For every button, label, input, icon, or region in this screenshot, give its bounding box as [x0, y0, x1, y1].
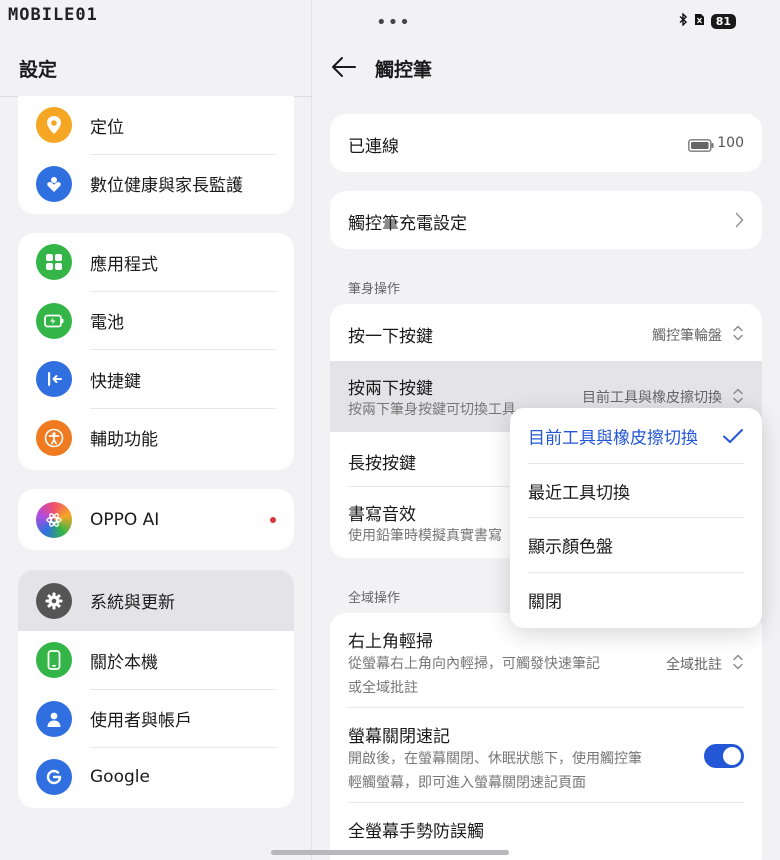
screen-off-memo-description-2: 輕觸螢幕，即可進入螢幕關閉速記頁面 — [348, 775, 586, 791]
option-color-palette[interactable]: 顯示顏色盤 — [510, 518, 762, 573]
settings-group-privacy: 定位 數位健康與家長監護 — [18, 96, 294, 214]
long-press-label: 長按按鍵 — [348, 454, 416, 474]
sidebar-item-label: 使用者與帳戶 — [90, 711, 192, 732]
connected-label: 已連線 — [348, 137, 399, 157]
sidebar-item-label: 數位健康與家長監護 — [90, 176, 243, 197]
swipe-corner-value: 全域批註 — [666, 657, 722, 673]
section-pen-operations: 筆身操作 — [348, 282, 401, 297]
screen-off-memo-toggle[interactable] — [704, 744, 744, 768]
watermark-logo: MOBILE01 — [8, 5, 98, 25]
gear-icon — [36, 582, 72, 619]
sidebar-item-label: 電池 — [90, 313, 124, 334]
sidebar-item-label: 輔助功能 — [90, 430, 158, 451]
section-global-operations: 全域操作 — [348, 591, 401, 606]
single-press-row[interactable]: 按一下按鍵 觸控筆輪盤 — [330, 304, 762, 361]
user-icon — [36, 700, 72, 737]
sidebar-item-users-accounts[interactable]: 使用者與帳戶 — [18, 690, 294, 748]
sidebar-item-label: 系統與更新 — [90, 593, 175, 613]
sidebar-item-label: 快捷鍵 — [90, 371, 141, 392]
sidebar-item-accessibility[interactable]: 輔助功能 — [18, 409, 294, 468]
connection-status-card: 已連線 100 — [330, 114, 762, 172]
back-arrow-icon[interactable] — [330, 54, 358, 80]
sidebar-item-apps[interactable]: 應用程式 — [18, 233, 294, 292]
swipe-corner-description-2: 或全域批註 — [348, 680, 418, 696]
sidebar-item-google[interactable]: Google — [18, 748, 294, 807]
screen-off-memo-label: 螢幕關閉速記 — [348, 727, 450, 747]
chevron-up-down-icon — [732, 324, 744, 342]
sidebar-item-label: OPPO AI — [90, 509, 160, 530]
sidebar-item-location[interactable]: 定位 — [18, 96, 294, 155]
sidebar-item-label: Google — [90, 767, 150, 788]
accessibility-icon — [36, 419, 72, 456]
sidebar-item-battery[interactable]: 電池 — [18, 292, 294, 350]
option-current-tool-eraser[interactable]: 目前工具與橡皮擦切換 — [510, 409, 762, 464]
global-operations-card: 右上角輕掃 從螢幕右上角向內輕掃，可觸發快速筆記 或全域批註 全域批註 螢幕關閉… — [330, 613, 762, 860]
swipe-corner-label: 右上角輕掃 — [348, 632, 433, 652]
sidebar-item-label: 應用程式 — [90, 254, 158, 275]
sidebar-item-about-phone[interactable]: 關於本機 — [18, 631, 294, 690]
battery-level-badge: 81 — [710, 13, 736, 29]
checkmark-icon — [722, 428, 744, 444]
double-press-description: 按兩下筆身按鍵可切換工具 — [348, 402, 516, 418]
settings-group-device: 應用程式 電池 快捷鍵 輔助功能 — [18, 233, 294, 470]
swipe-corner-description: 從螢幕右上角向內輕掃，可觸發快速筆記 — [348, 656, 600, 672]
writing-sound-label: 書寫音效 — [348, 505, 416, 525]
chevron-up-down-icon — [732, 387, 744, 405]
double-press-value: 目前工具與橡皮擦切換 — [582, 390, 722, 406]
sidebar-title: 設定 — [19, 59, 58, 81]
chevron-up-down-icon — [732, 653, 744, 671]
oppo-ai-icon — [36, 501, 72, 538]
charging-settings-row[interactable]: 觸控筆充電設定 — [330, 191, 762, 249]
settings-group-ai: OPPO AI — [18, 489, 294, 550]
sidebar-item-label: 關於本機 — [90, 652, 158, 673]
single-press-label: 按一下按鍵 — [348, 327, 433, 347]
stylus-battery-icon — [688, 137, 714, 156]
chevron-right-icon — [735, 212, 744, 232]
sidebar-item-label: 定位 — [90, 117, 124, 138]
charging-settings-label: 觸控筆充電設定 — [348, 214, 467, 234]
stylus-battery-value: 100 — [717, 135, 744, 151]
sidebar-item-shortcuts[interactable]: 快捷鍵 — [18, 350, 294, 409]
double-press-label: 按兩下按鍵 — [348, 379, 433, 399]
palm-rejection-label: 全螢幕手勢防誤觸 — [348, 822, 484, 842]
writing-sound-description: 使用鉛筆時模擬真實書寫 — [348, 528, 502, 544]
notification-dot — [270, 516, 276, 523]
page-title: 觸控筆 — [375, 59, 433, 81]
sidebar-item-oppo-ai[interactable]: OPPO AI — [18, 489, 294, 550]
sim-icon — [694, 13, 705, 29]
sidebar-item-system-update[interactable]: 系統與更新 — [18, 570, 294, 631]
heart-icon — [36, 165, 72, 202]
connected-row: 已連線 100 — [330, 114, 762, 172]
double-press-options-menu: 目前工具與橡皮擦切換 最近工具切換 顯示顏色盤 關閉 — [510, 408, 762, 628]
sidebar-item-digital-wellbeing[interactable]: 數位健康與家長監護 — [18, 155, 294, 214]
shortcut-icon — [36, 361, 72, 398]
apps-grid-icon — [36, 244, 72, 281]
phone-icon — [36, 642, 72, 679]
multitask-dots[interactable]: ••• — [376, 12, 411, 33]
settings-sidebar: MOBILE01 設定 定位 數位健康與家長監護 應用程式 電池 快捷鍵 輔助功… — [0, 0, 312, 860]
screen-off-memo-row[interactable]: 螢幕關閉速記 開啟後，在螢幕關閉、休眠狀態下，使用觸控筆 輕觸螢幕，即可進入螢幕… — [330, 708, 762, 803]
option-recent-tool[interactable]: 最近工具切換 — [510, 464, 762, 518]
battery-icon — [36, 302, 72, 339]
option-off[interactable]: 關閉 — [510, 573, 762, 628]
charging-settings-card: 觸控筆充電設定 — [330, 191, 762, 249]
status-bar: 81 — [679, 12, 736, 29]
bluetooth-icon — [679, 12, 688, 29]
home-indicator[interactable] — [271, 850, 509, 855]
location-pin-icon — [36, 107, 72, 144]
google-icon — [36, 759, 72, 796]
settings-group-system: 系統與更新 關於本機 使用者與帳戶 Google — [18, 570, 294, 808]
single-press-value: 觸控筆輪盤 — [652, 328, 722, 344]
screen-off-memo-description: 開啟後，在螢幕關閉、休眠狀態下，使用觸控筆 — [348, 751, 642, 767]
